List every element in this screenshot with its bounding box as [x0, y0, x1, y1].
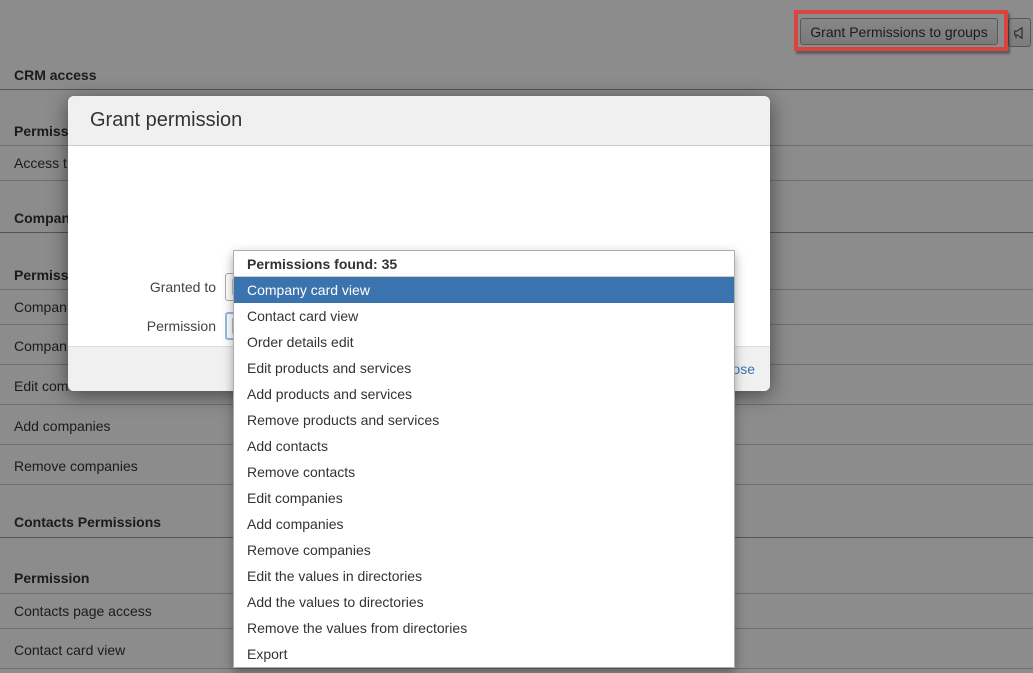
- dropdown-item[interactable]: Add companies: [234, 511, 734, 537]
- dropdown-item[interactable]: Edit the values in directories: [234, 563, 734, 589]
- dropdown-item[interactable]: Order details edit: [234, 329, 734, 355]
- dropdown-item[interactable]: Remove contacts: [234, 459, 734, 485]
- dialog-title: Grant permission: [68, 96, 770, 146]
- granted-to-label: Granted to: [68, 273, 225, 301]
- dropdown-item[interactable]: Remove products and services: [234, 407, 734, 433]
- dropdown-item[interactable]: Remove companies: [234, 537, 734, 563]
- dropdown-item[interactable]: Company card view: [234, 277, 734, 303]
- dropdown-result-count: Permissions found: 35: [234, 251, 734, 277]
- annotation-highlight-box: [794, 10, 1008, 51]
- dropdown-item[interactable]: Edit products and services: [234, 355, 734, 381]
- dropdown-item[interactable]: Add the values to directories: [234, 589, 734, 615]
- screen: Grant Permissions to groups CRM access P…: [0, 0, 1033, 673]
- dropdown-item[interactable]: Contact card view: [234, 303, 734, 329]
- dropdown-item[interactable]: Edit companies: [234, 485, 734, 511]
- dropdown-item[interactable]: Add contacts: [234, 433, 734, 459]
- dropdown-item[interactable]: Export: [234, 641, 734, 667]
- dropdown-item[interactable]: Remove the values from directories: [234, 615, 734, 641]
- permission-dropdown: Permissions found: 35 Company card viewC…: [233, 250, 735, 668]
- permission-dropdown-list: Company card viewContact card viewOrder …: [234, 277, 734, 667]
- dropdown-item[interactable]: Add products and services: [234, 381, 734, 407]
- permission-label: Permission: [68, 312, 225, 340]
